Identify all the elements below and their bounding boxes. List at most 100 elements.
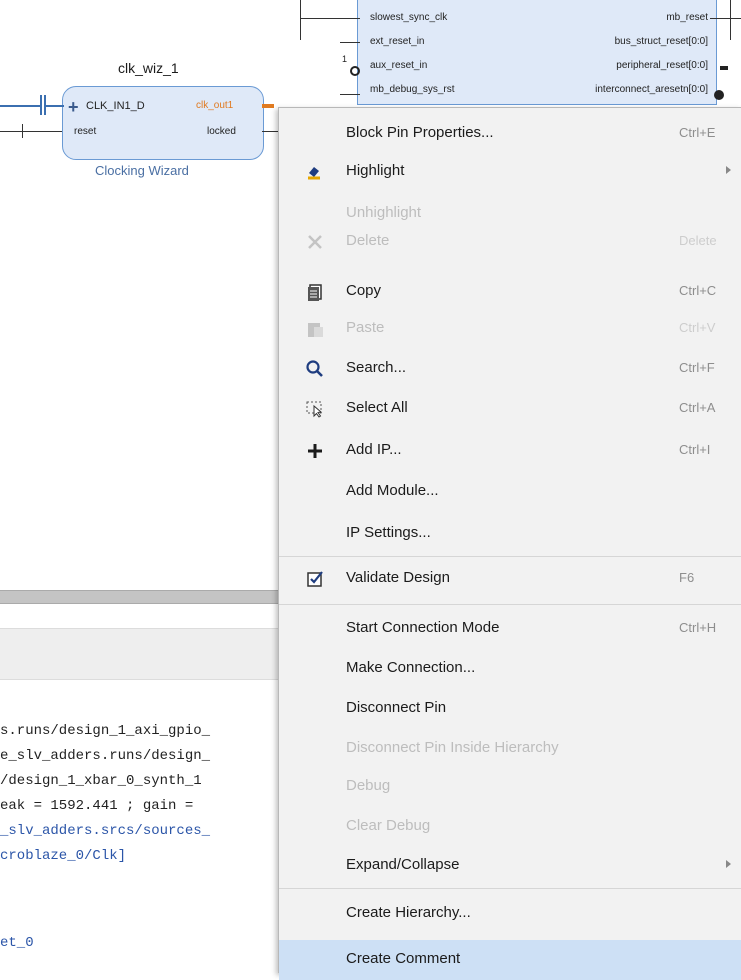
menu-item-label: Make Connection... xyxy=(346,659,476,676)
pin-marker xyxy=(720,66,728,70)
menu-item-label: Start Connection Mode xyxy=(346,619,500,636)
expand-port-icon[interactable]: + xyxy=(68,98,79,116)
console-line: e_slv_adders.runs/design_ xyxy=(0,748,211,764)
submenu-arrow-icon xyxy=(726,860,731,868)
wire xyxy=(710,18,741,19)
menu-item-paste: Paste Ctrl+V xyxy=(279,313,741,345)
menu-item-expand-collapse[interactable]: Expand/Collapse xyxy=(279,850,741,882)
block-title: clk_wiz_1 xyxy=(118,60,179,76)
reset-output-port[interactable]: bus_struct_reset[0:0] xyxy=(615,36,708,47)
menu-item-label: Block Pin Properties... xyxy=(346,124,494,141)
reset-output-port[interactable]: peripheral_reset[0:0] xyxy=(616,60,708,71)
inverted-pin-icon xyxy=(350,66,360,76)
delete-icon xyxy=(305,232,325,252)
clk-in-port[interactable]: CLK_IN1_D xyxy=(86,100,145,112)
wire xyxy=(0,131,62,132)
clocking-wizard-block[interactable] xyxy=(62,86,264,160)
menu-item-label: Add IP... xyxy=(346,441,402,458)
menu-item-disconnect-pin-inside-hierarchy: Disconnect Pin Inside Hierarchy xyxy=(279,733,741,765)
menu-item-clear-debug: Clear Debug xyxy=(279,811,741,843)
bus-wire xyxy=(40,95,42,115)
menu-item-shortcut: F6 xyxy=(679,570,695,585)
reset-input-port[interactable]: mb_debug_sys_rst xyxy=(370,84,455,95)
menu-item-label: Highlight xyxy=(346,162,405,179)
console-line: eak = 1592.441 ; gain = xyxy=(0,798,194,814)
select-all-icon xyxy=(305,399,325,419)
wire xyxy=(22,124,23,138)
menu-item-validate-design[interactable]: Validate Design F6 xyxy=(279,563,741,595)
block-subtitle: Clocking Wizard xyxy=(95,163,189,178)
wire xyxy=(300,0,301,40)
locked-port[interactable]: locked xyxy=(207,126,236,137)
menu-item-add-module[interactable]: Add Module... xyxy=(279,476,741,508)
console-line: /design_1_xbar_0_synth_1 xyxy=(0,773,202,789)
menu-item-make-connection[interactable]: Make Connection... xyxy=(279,653,741,685)
search-icon xyxy=(305,359,325,379)
menu-item-label: Create Comment xyxy=(346,950,461,967)
reset-output-port[interactable]: interconnect_aresetn[0:0] xyxy=(595,84,708,95)
menu-item-label: Create Hierarchy... xyxy=(346,904,471,921)
menu-item-label: Select All xyxy=(346,399,408,416)
wire xyxy=(340,94,360,95)
paste-icon xyxy=(305,319,325,339)
menu-item-label: Expand/Collapse xyxy=(346,856,460,873)
console-line: s.runs/design_1_axi_gpio_ xyxy=(0,723,211,739)
reset-input-port[interactable]: ext_reset_in xyxy=(370,36,424,47)
panel-splitter[interactable] xyxy=(0,590,290,604)
console-link[interactable]: croblaze_0/Clk] xyxy=(0,848,126,864)
console-link[interactable]: et_0 xyxy=(0,935,34,951)
menu-item-shortcut: Ctrl+E xyxy=(679,125,716,140)
menu-item-shortcut: Ctrl+C xyxy=(679,283,717,298)
menu-item-label: Search... xyxy=(346,359,407,376)
menu-item-label: Paste xyxy=(346,319,385,336)
bus-wire xyxy=(46,105,64,107)
menu-item-label: Disconnect Pin Inside Hierarchy xyxy=(346,739,559,756)
menu-item-ip-settings[interactable]: IP Settings... xyxy=(279,518,741,550)
wire xyxy=(300,18,360,19)
bus-wire xyxy=(0,105,40,107)
menu-item-select-all[interactable]: Select All Ctrl+A xyxy=(279,393,741,425)
menu-item-shortcut: Ctrl+H xyxy=(679,620,717,635)
reset-input-port[interactable]: aux_reset_in xyxy=(370,60,427,71)
add-icon xyxy=(305,441,325,461)
menu-item-shortcut: Ctrl+V xyxy=(679,320,716,335)
menu-item-label: Add Module... xyxy=(346,482,439,499)
reset-input-port[interactable]: slowest_sync_clk xyxy=(370,12,447,23)
menu-item-shortcut: Ctrl+A xyxy=(679,400,716,415)
menu-item-delete: Delete Delete xyxy=(279,226,741,258)
menu-item-debug: Debug xyxy=(279,771,741,803)
wire xyxy=(340,42,360,43)
console-header xyxy=(0,628,290,680)
menu-item-highlight[interactable]: Highlight xyxy=(279,156,741,188)
menu-item-add-ip[interactable]: Add IP... Ctrl+I xyxy=(279,435,741,467)
reset-output-port[interactable]: mb_reset xyxy=(666,12,708,23)
menu-separator xyxy=(279,556,741,557)
clk-out-pin xyxy=(262,104,274,108)
wire xyxy=(262,131,278,132)
menu-item-block-pin-properties[interactable]: Block Pin Properties... Ctrl+E xyxy=(279,118,741,150)
menu-item-search[interactable]: Search... Ctrl+F xyxy=(279,353,741,385)
copy-icon xyxy=(305,282,325,302)
highlight-icon xyxy=(305,162,325,182)
wire xyxy=(730,0,731,40)
menu-item-shortcut: Ctrl+F xyxy=(679,360,715,375)
menu-item-start-connection-mode[interactable]: Start Connection Mode Ctrl+H xyxy=(279,613,741,645)
menu-item-label: IP Settings... xyxy=(346,524,431,541)
context-menu: Block Pin Properties... Ctrl+E Highlight Un… xyxy=(278,107,741,980)
clk-out-port[interactable]: clk_out1 xyxy=(196,100,233,111)
menu-separator xyxy=(279,604,741,605)
menu-item-label: Disconnect Pin xyxy=(346,699,447,716)
menu-item-copy[interactable]: Copy Ctrl+C xyxy=(279,276,741,308)
menu-item-create-comment[interactable]: Create Comment xyxy=(279,940,741,980)
menu-item-shortcut: Delete xyxy=(679,233,717,248)
menu-item-label: Clear Debug xyxy=(346,817,431,834)
pin-marker xyxy=(714,90,724,100)
constant-marker: 1 xyxy=(342,54,348,64)
menu-item-label: Validate Design xyxy=(346,569,450,586)
menu-item-disconnect-pin[interactable]: Disconnect Pin xyxy=(279,693,741,725)
console-link[interactable]: _slv_adders.srcs/sources_ xyxy=(0,823,210,839)
menu-separator xyxy=(279,888,741,889)
menu-item-shortcut: Ctrl+I xyxy=(679,442,711,457)
menu-item-create-hierarchy[interactable]: Create Hierarchy... xyxy=(279,898,741,930)
reset-port[interactable]: reset xyxy=(74,126,96,137)
